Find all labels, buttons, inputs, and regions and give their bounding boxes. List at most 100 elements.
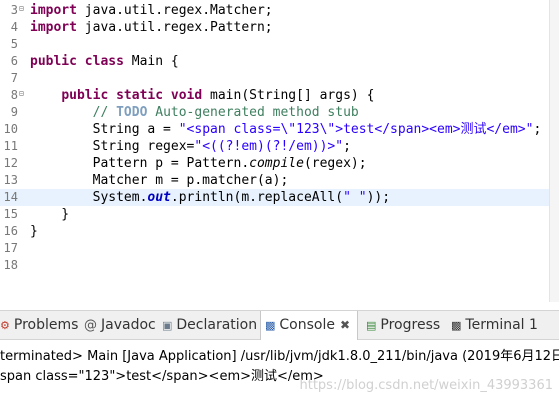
code-token: .println(m.replaceAll(: [170, 190, 344, 205]
line-number: 15: [3, 207, 18, 221]
tab-declaration[interactable]: ▣ Declaration: [162, 311, 257, 339]
line-number: 13: [3, 173, 18, 187]
javadoc-icon: @: [84, 318, 97, 333]
code-line[interactable]: 13 Matcher m = p.matcher(a);: [0, 172, 549, 189]
code-token: public class: [30, 54, 124, 69]
code-token: Matcher m = p.matcher(a);: [30, 173, 289, 188]
code-line[interactable]: 14 System.out.println(m.replaceAll(" "))…: [0, 189, 549, 206]
code-token: out: [147, 190, 171, 205]
line-number: 10: [3, 122, 18, 136]
tab-progress-label: Progress: [380, 317, 441, 333]
code-token: ;: [533, 122, 542, 137]
code-line[interactable]: 4 import java.util.regex.Pattern;: [0, 19, 549, 36]
line-number: 14: [3, 190, 18, 204]
progress-icon: ▤: [366, 319, 377, 332]
line-number: 11: [3, 139, 18, 153]
watermark: https://blog.csdn.net/weixin_43993361: [299, 378, 553, 393]
terminal-icon: ▩: [451, 319, 462, 332]
code-line[interactable]: 10 String a = "<span class=\"123\">test<…: [0, 121, 549, 138]
tab-terminal[interactable]: ▩ Terminal 1: [451, 311, 538, 339]
tab-console[interactable]: ▩ Console ✖: [260, 311, 358, 340]
code-token: System.: [30, 190, 148, 205]
code-text: Pattern p = Pattern.compile(regex);: [30, 155, 367, 172]
code-text: import java.util.regex.Pattern;: [30, 19, 273, 36]
code-text: public class Main {: [30, 53, 179, 70]
line-number: 16: [3, 224, 18, 238]
code-text: Matcher m = p.matcher(a);: [30, 172, 289, 189]
line-number: 18: [3, 258, 18, 272]
code-token: "<span class=\"123\">test</span><em>测试</…: [178, 122, 534, 137]
code-line[interactable]: 5: [0, 36, 549, 53]
close-icon[interactable]: ✖: [340, 318, 350, 332]
line-number: 9: [10, 105, 18, 119]
line-number: 3: [10, 3, 18, 17]
code-line[interactable]: 18: [0, 257, 549, 274]
fold-toggle-icon[interactable]: ⊟: [19, 89, 24, 98]
code-text: // TODO Auto-generated method stub: [30, 104, 359, 121]
overview-ruler: [549, 0, 559, 302]
line-number: 17: [3, 241, 18, 255]
code-text: }: [30, 223, 38, 240]
tab-problems-label: Problems: [13, 317, 79, 333]
console-output: span class="123">test</span><em>测试</em>: [0, 369, 324, 384]
console-icon: ▩: [265, 319, 276, 332]
code-token: public static void: [61, 88, 203, 103]
code-token: "<((?!em)(?!/em))>": [194, 139, 344, 154]
declaration-icon: ▣: [162, 319, 173, 332]
code-text: System.out.println(m.replaceAll(" "));: [30, 189, 390, 206]
code-line[interactable]: 8 ⊟ public static void main(String[] args…: [0, 87, 549, 104]
code-token: }: [30, 224, 38, 239]
line-number: 7: [10, 71, 18, 85]
code-line[interactable]: 6 public class Main {: [0, 53, 549, 70]
tab-progress[interactable]: ▤ Progress: [366, 311, 440, 339]
code-line[interactable]: 15 }: [0, 206, 549, 223]
code-line[interactable]: 3 ⊟ import java.util.regex.Matcher;: [0, 2, 549, 19]
code-text: String regex="<((?!em)(?!/em))>";: [30, 138, 351, 155]
console-status: terminated> Main [Java Application] /usr…: [0, 349, 559, 364]
code-line[interactable]: 11 String regex="<((?!em)(?!/em))>";: [0, 138, 549, 155]
code-text: public static void main(String[] args) {: [30, 87, 374, 104]
code-token: (regex);: [303, 156, 367, 171]
code-token: }: [30, 207, 70, 222]
line-number: 6: [10, 54, 18, 68]
code-token: ;: [343, 139, 351, 154]
code-text: import java.util.regex.Matcher;: [30, 2, 273, 19]
code-token: //: [92, 105, 117, 120]
code-line[interactable]: 16}: [0, 223, 549, 240]
code-token: Main {: [123, 54, 179, 69]
code-token: compile: [249, 156, 304, 171]
code-token: java.util.regex.Matcher;: [76, 3, 273, 18]
code-token: ));: [366, 190, 391, 205]
code-editor[interactable]: 3 ⊟ import java.util.regex.Matcher; 4 import…: [0, 0, 559, 302]
fold-toggle-icon[interactable]: ⊟: [19, 4, 24, 13]
code-line[interactable]: 17: [0, 240, 549, 257]
code-text: String a = "<span class=\"123\">test</sp…: [30, 121, 542, 138]
code-token: import: [30, 20, 77, 35]
line-number: 4: [10, 20, 18, 34]
view-tab-bar: ⚙ Problems @ Javadoc ▣ Declaration ▩ Console…: [0, 310, 559, 340]
code-token: " ": [343, 190, 367, 205]
code-token: Auto-generated method stub: [147, 105, 359, 120]
code-token: import: [30, 3, 77, 18]
code-token: Pattern p = Pattern.: [30, 156, 250, 171]
code-line[interactable]: 9 // TODO Auto-generated method stub: [0, 104, 549, 121]
code-token: TODO: [116, 105, 148, 120]
code-token: java.util.regex.Pattern;: [76, 20, 273, 35]
line-number: 5: [10, 37, 18, 51]
tab-problems[interactable]: ⚙ Problems: [0, 311, 78, 339]
tab-javadoc[interactable]: @ Javadoc: [84, 311, 156, 339]
code-token: String regex=: [30, 139, 195, 154]
tab-javadoc-label: Javadoc: [101, 317, 156, 333]
tab-console-label: Console: [279, 317, 335, 333]
tab-declaration-label: Declaration: [176, 317, 258, 333]
code-token: main(String[] args) {: [202, 88, 375, 103]
code-text: }: [30, 206, 69, 223]
problems-icon: ⚙: [0, 319, 10, 332]
tab-terminal-label: Terminal 1: [465, 317, 538, 333]
line-number: 8: [10, 88, 18, 102]
code-line[interactable]: 12 Pattern p = Pattern.compile(regex);: [0, 155, 549, 172]
line-number: 12: [3, 156, 18, 170]
code-line[interactable]: 7: [0, 70, 549, 87]
